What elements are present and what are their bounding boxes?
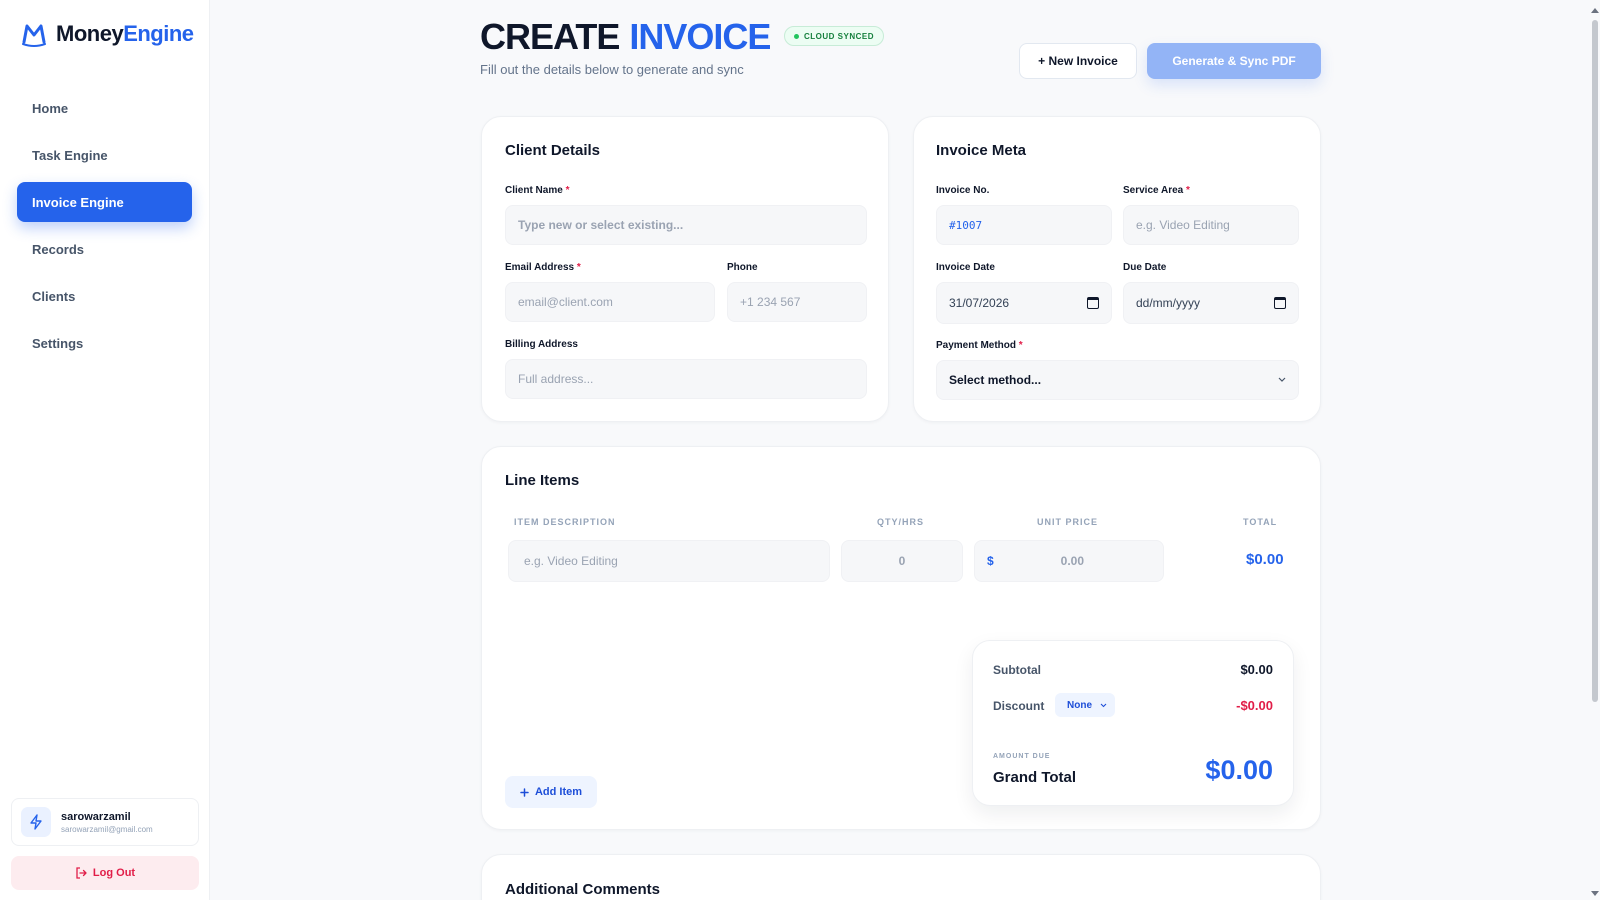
amount-due-label: AMOUNT DUE [993, 753, 1051, 760]
user-card[interactable]: sarowarzamil sarowarzamil@gmail.com [11, 798, 199, 846]
due-date-input[interactable]: dd/mm/yyyy [1123, 282, 1299, 324]
qty-input[interactable]: 0 [841, 540, 963, 582]
grand-total-label: Grand Total [993, 769, 1077, 786]
logout-label: Log Out [92, 867, 136, 879]
logout-button[interactable]: Log Out [11, 856, 199, 890]
scrollbar[interactable] [1592, 20, 1598, 702]
chevron-down-icon [1278, 377, 1286, 382]
phone-label: Phone [727, 262, 758, 273]
scroll-down-arrow-icon[interactable] [1591, 891, 1599, 896]
phone-field[interactable]: +1 234 567 [727, 282, 867, 322]
invoice-date-input[interactable]: 31/07/2026 [936, 282, 1112, 324]
invoice-date-label: Invoice Date [936, 262, 995, 273]
page-title: CREATE INVOICE [480, 16, 771, 57]
logo-m-icon [22, 24, 46, 47]
additional-comments-card: Additional Comments [481, 854, 1321, 900]
avatar [21, 807, 51, 837]
discount-label: Discount [993, 699, 1045, 713]
app-name: MoneyEngine [56, 21, 194, 46]
app-logo[interactable]: MoneyEngine [20, 20, 194, 48]
line-items-title: Line Items [505, 472, 580, 489]
calendar-icon[interactable] [1274, 297, 1286, 309]
sidebar-item-records[interactable]: Records [17, 229, 192, 269]
sidebar-nav: Home Task Engine Invoice Engine Records … [17, 88, 192, 370]
invoice-meta-card: Invoice Meta Invoice No. #1007 Service A… [913, 116, 1321, 422]
generate-sync-pdf-button[interactable]: Generate & Sync PDF [1147, 43, 1321, 79]
invoice-no-field[interactable]: #1007 [936, 205, 1112, 245]
discount-value: -$0.00 [1236, 698, 1273, 713]
client-details-title: Client Details [505, 142, 601, 159]
email-field[interactable]: email@client.com [505, 282, 715, 322]
plus-icon [520, 787, 529, 797]
client-name-label: Client Name * [505, 185, 570, 196]
add-item-button[interactable]: Add Item [505, 776, 597, 808]
service-area-input[interactable]: e.g. Video Editing [1123, 205, 1299, 245]
row-total: $0.00 [1246, 551, 1284, 568]
page-subtitle: Fill out the details below to generate a… [480, 62, 744, 77]
invoice-no-label: Invoice No. [936, 185, 990, 196]
unit-price-input[interactable]: $ 0.00 [974, 540, 1164, 582]
sidebar-item-home[interactable]: Home [17, 88, 192, 128]
discount-select[interactable]: None [1055, 693, 1115, 717]
due-date-label: Due Date [1123, 262, 1167, 273]
client-details-card: Client Details Client Name * Type new or… [481, 116, 889, 422]
chevron-down-icon [1100, 703, 1107, 707]
sidebar-item-task-engine[interactable]: Task Engine [17, 135, 192, 175]
header-total: TOTAL [1243, 517, 1278, 527]
client-name-input[interactable]: Type new or select existing... [505, 205, 867, 245]
cloud-synced-badge: CLOUD SYNCED [784, 26, 885, 46]
subtotal-value: $0.00 [1240, 662, 1273, 677]
new-invoice-button[interactable]: + New Invoice [1019, 43, 1137, 79]
scroll-up-arrow-icon[interactable] [1591, 8, 1599, 13]
sidebar-item-invoice-engine[interactable]: Invoice Engine [17, 182, 192, 222]
user-name: sarowarzamil [61, 810, 131, 823]
sidebar-item-settings[interactable]: Settings [17, 323, 192, 363]
logout-icon [76, 867, 87, 879]
email-label: Email Address * [505, 262, 581, 273]
status-dot-icon [794, 33, 799, 39]
payment-method-select[interactable]: Select method... [936, 360, 1299, 400]
header-unit-price: UNIT PRICE [1037, 517, 1099, 527]
service-area-label: Service Area * [1123, 185, 1190, 196]
sidebar: MoneyEngine Home Task Engine Invoice Eng… [0, 0, 210, 900]
currency-symbol: $ [987, 554, 994, 568]
header-item-description: ITEM DESCRIPTION [514, 517, 616, 527]
item-description-input[interactable]: e.g. Video Editing [508, 540, 830, 582]
user-email: sarowarzamil@gmail.com [61, 824, 153, 834]
grand-total-value: $0.00 [1205, 755, 1273, 785]
invoice-summary: Subtotal $0.00 Discount None -$0.00 AMOU… [972, 640, 1294, 806]
billing-address-input[interactable]: Full address... [505, 359, 867, 399]
subtotal-label: Subtotal [993, 663, 1041, 677]
calendar-icon[interactable] [1087, 297, 1099, 309]
invoice-meta-title: Invoice Meta [936, 142, 1027, 159]
header-qty: QTY/HRS [877, 517, 925, 527]
bolt-icon [30, 814, 42, 830]
sidebar-item-clients[interactable]: Clients [17, 276, 192, 316]
billing-address-label: Billing Address [505, 339, 578, 350]
payment-method-label: Payment Method * [936, 340, 1023, 351]
additional-comments-title: Additional Comments [505, 881, 661, 898]
